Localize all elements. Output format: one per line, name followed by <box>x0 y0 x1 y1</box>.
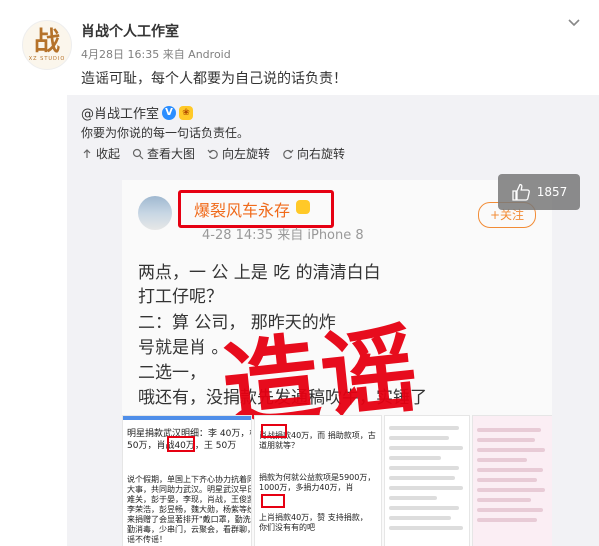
thumb3-line <box>389 466 459 470</box>
verified-icon: V <box>162 105 177 120</box>
inner-line-5: 二选一， <box>138 363 206 383</box>
thumb3-line <box>389 476 455 480</box>
thumb4-line <box>477 468 543 472</box>
thumb4-line <box>477 488 545 492</box>
repost-author-row: @肖战工作室 V ❀ <box>81 103 194 122</box>
rotate-left-icon <box>207 149 218 159</box>
view-large-button[interactable]: 查看大图 <box>132 145 195 162</box>
view-large-label: 查看大图 <box>147 147 196 161</box>
repost-author[interactable]: @肖战工作室 <box>81 103 159 122</box>
post-text: 造谣可耻，每个人都要为自己说的话负责！ <box>81 71 347 87</box>
screenshot-thumb-4 <box>472 415 552 546</box>
post-author-name[interactable]: 肖战个人工作室 <box>81 21 179 41</box>
zoom-icon <box>132 148 144 159</box>
thumb4-line <box>477 478 537 482</box>
inner-line-2: 打工仔呢？ <box>138 287 223 307</box>
thumbs-up-icon <box>512 183 530 201</box>
image-toolbar: 收起 查看大图 向左旋转 向右旋转 <box>81 145 345 162</box>
avatar-subtitle: XZ STUDIO <box>28 55 66 62</box>
inner-time: 4-28 14:35 来自 iPhone 8 <box>202 228 364 243</box>
thumb3-line <box>389 516 451 520</box>
thumb3-line <box>389 436 449 440</box>
screenshot-thumb-1: 明星捐款武汉明细：李 40万，杨 50万，肖战40万，王 50万 说个假期，单国… <box>122 415 252 546</box>
rotate-right-button[interactable]: 向右旋转 <box>282 145 345 162</box>
thumb1-highlight <box>167 436 195 452</box>
rotate-left-label: 向左旋转 <box>222 147 271 161</box>
thumb2-line-6: 你们没有有的吧 <box>259 523 315 532</box>
screenshot-thumb-2: 肖战捐款40万，而 捐助款项，古 道朋就等？ 捐款为何就公益款项是5900万， … <box>254 415 382 546</box>
thumb2-highlight-2 <box>261 494 285 508</box>
inner-line-1: 两点，一 公 上是 吃 的清清白白 <box>138 263 381 283</box>
collapse-icon <box>83 148 91 158</box>
thumb-top-bar <box>123 416 251 420</box>
thumb4-line <box>477 438 535 442</box>
thumb3-line <box>389 496 437 500</box>
rotate-left-button[interactable]: 向左旋转 <box>207 145 270 162</box>
thumb2-highlight-1 <box>261 424 287 438</box>
thumb3-line <box>389 426 459 430</box>
inner-vip-icon <box>296 200 310 214</box>
thumb4-line <box>477 458 527 462</box>
repost-card: @肖战工作室 V ❀ 你要为你说的每一句话负责任。 收起 查看大图 向左旋转 向… <box>67 95 599 546</box>
thumb3-line <box>389 526 463 530</box>
like-button[interactable]: 1857 <box>498 174 580 210</box>
inner-line-4: 号就是肖 。 <box>138 338 229 358</box>
chevron-down-icon[interactable] <box>566 14 582 30</box>
like-count: 1857 <box>536 185 568 199</box>
thumb4-line <box>477 518 537 522</box>
collapse-label: 收起 <box>96 147 121 161</box>
post-meta: 4月28日 16:35 来自 Android <box>81 48 231 61</box>
collapse-button[interactable]: 收起 <box>81 145 120 162</box>
avatar-glyph: 战 <box>33 26 60 57</box>
thumb4-line <box>477 498 531 502</box>
screenshot-thumb-3 <box>384 415 470 546</box>
thumb1-body-7: 谣不传谣！ <box>127 535 167 544</box>
repost-image[interactable]: 爆裂风车永存 4-28 14:35 来自 iPhone 8 +关注 两点，一 公… <box>122 180 552 546</box>
repost-text: 你要为你说的每一句话负责任。 <box>81 126 250 140</box>
thumb4-line <box>477 448 545 452</box>
post-header: 战 XZ STUDIO 肖战个人工作室 4月28日 16:35 来自 Andro… <box>0 0 599 95</box>
inner-author-name: 爆裂风车永存 <box>194 201 291 220</box>
thumb3-line <box>389 486 463 490</box>
thumb3-line <box>389 446 463 450</box>
thumb3-line <box>389 506 459 510</box>
rotate-right-label: 向右旋转 <box>297 147 346 161</box>
thumb2-line-4: 1000万，多捐力40万，肖 <box>259 483 354 492</box>
vip-icon: ❀ <box>179 105 194 120</box>
rotate-right-icon <box>283 149 294 159</box>
thumb4-line <box>477 508 543 512</box>
author-avatar[interactable]: 战 XZ STUDIO <box>22 20 72 70</box>
thumb4-line <box>477 428 541 432</box>
thumb2-line-2: 道朋就等？ <box>259 441 299 450</box>
inner-avatar <box>138 196 172 230</box>
thumb3-line <box>389 456 441 460</box>
